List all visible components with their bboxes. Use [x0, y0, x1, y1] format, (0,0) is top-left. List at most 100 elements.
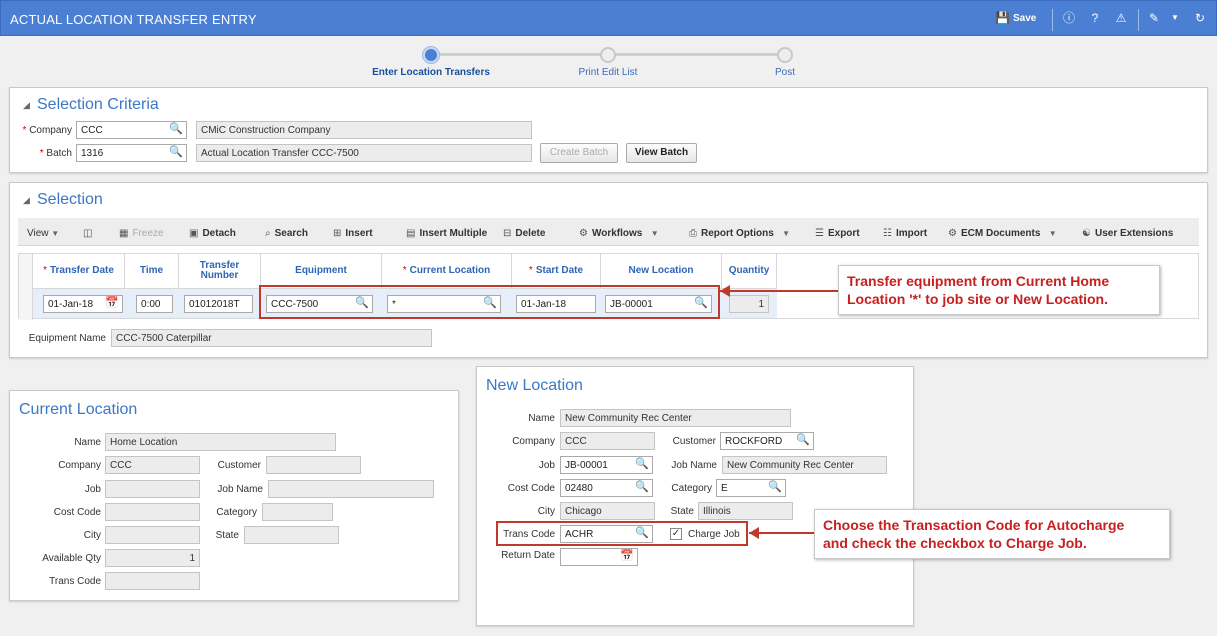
freeze-icon: ▦ [119, 228, 129, 239]
cur-customer-label: Customer [217, 460, 261, 471]
search-icon[interactable]: 🔍 [635, 481, 649, 494]
new-cost-code-input[interactable]: 02480 🔍 [560, 479, 653, 497]
cur-name-field: Home Location [105, 433, 336, 451]
export-button[interactable]: ☰ Export [815, 228, 860, 239]
info-icon[interactable]: ⓘ [1062, 11, 1076, 25]
chevron-down-icon[interactable]: ▼ [1168, 11, 1182, 25]
equipment-name-field: CCC-7500 Caterpillar [111, 329, 432, 347]
cur-trans-code-label: Trans Code [49, 576, 101, 587]
trans-code-callout-note: Choose the Transaction Code for Autochar… [814, 509, 1170, 559]
train-step-2-label[interactable]: Print Edit List [528, 67, 688, 78]
create-batch-button[interactable]: Create Batch [540, 143, 618, 163]
import-button[interactable]: ☷ Import [883, 228, 927, 239]
train-step-1-label[interactable]: Enter Location Transfers [351, 67, 511, 78]
cur-category-field [262, 503, 333, 521]
insert-icon: ⊞ [333, 228, 342, 239]
calendar-icon[interactable]: 📅 [105, 297, 119, 310]
calendar-icon[interactable]: 📅 [620, 550, 634, 563]
new-location-panel: New Location Name New Community Rec Cent… [476, 366, 914, 626]
view-menu[interactable]: View ▼ [27, 228, 59, 239]
save-button[interactable]: 💾 Save [995, 11, 1036, 25]
cur-job-name-label: Job Name [217, 484, 263, 495]
train-step-3-dot[interactable] [777, 47, 793, 63]
company-label: * Company [22, 125, 72, 136]
report-options-button[interactable]: ⎙ Report Options ▼ [689, 228, 790, 239]
new-job-input[interactable]: JB-00001 🔍 [560, 456, 653, 474]
detach-icon: ▣ [189, 228, 199, 239]
ecm-icon: ⚙ [948, 228, 957, 239]
new-return-date-label: Return Date [501, 550, 555, 561]
new-return-date-input[interactable]: 📅 [560, 548, 638, 566]
chevron-down-icon: ▼ [782, 229, 791, 238]
chevron-down-icon: ▼ [1048, 229, 1057, 238]
save-icon: 💾 [995, 11, 1010, 25]
train-step-2-dot[interactable] [600, 47, 616, 63]
new-job-name-label: Job Name [671, 460, 717, 471]
new-category-input[interactable]: E 🔍 [716, 479, 786, 497]
view-batch-button[interactable]: View Batch [626, 143, 697, 163]
search-icon[interactable]: 🔍 [169, 146, 183, 159]
collapse-icon[interactable]: ◢ [23, 100, 30, 111]
col-current-location[interactable]: * Current Location [382, 254, 512, 288]
export-icon: ☰ [815, 228, 824, 239]
search-icon[interactable]: 🔍 [796, 434, 810, 447]
workflows-icon: ⚙ [579, 228, 588, 239]
new-city-field: Chicago [560, 502, 655, 520]
col-new-location[interactable]: New Location [601, 254, 722, 288]
new-city-label: City [537, 506, 555, 517]
col-start-date[interactable]: * Start Date [512, 254, 601, 288]
refresh-icon[interactable]: ↻ [1193, 11, 1207, 25]
delete-button[interactable]: ⊟ Delete [503, 228, 545, 239]
search-icon[interactable]: 🔍 [635, 458, 649, 471]
chevron-down-icon: ▼ [51, 229, 60, 238]
cur-cost-code-field [105, 503, 200, 521]
edit-icon[interactable]: ✎ [1147, 11, 1161, 25]
cur-category-label: Category [216, 507, 257, 518]
transfer-callout-note: Transfer equipment from Current Home Loc… [838, 265, 1160, 315]
grid-highlight-box [259, 285, 720, 319]
grid-toolbar: View ▼ ◫ ▦ Freeze ▣ Detach ⌕ Search ⊞ Insert… [18, 218, 1199, 246]
new-job-label: Job [538, 460, 555, 471]
row-selector-column [19, 254, 33, 320]
selection-criteria-panel: ◢ Selection Criteria * Company CCC 🔍 CMiC… [9, 87, 1208, 173]
cur-job-label: Job [84, 484, 101, 495]
col-time[interactable]: Time [125, 254, 179, 288]
freeze-button[interactable]: ▦ Freeze [119, 228, 164, 239]
collapse-icon[interactable]: ◢ [23, 195, 30, 206]
train-step-1-dot[interactable] [423, 47, 439, 63]
col-transfer-date[interactable]: * Transfer Date [33, 254, 125, 288]
user-extensions-button[interactable]: ☯ User Extensions [1082, 228, 1173, 239]
cur-customer-field [266, 456, 361, 474]
detach-button[interactable]: ▣ Detach [189, 228, 236, 239]
quantity-field: 1 [729, 295, 769, 313]
time-input[interactable]: 0:00 [136, 295, 173, 313]
train-step-3-label[interactable]: Post [705, 67, 865, 78]
format-icon[interactable]: ◫ [83, 228, 96, 239]
transfer-date-input[interactable]: 01-Jan-18 📅 [43, 295, 123, 313]
insert-button[interactable]: ⊞ Insert [333, 228, 373, 239]
batch-input[interactable]: 1316 🔍 [76, 144, 187, 162]
company-input[interactable]: CCC 🔍 [76, 121, 187, 139]
cur-cost-code-label: Cost Code [53, 507, 101, 518]
search-button[interactable]: ⌕ Search [265, 228, 308, 239]
new-category-label: Category [671, 483, 712, 494]
col-transfer-number[interactable]: Transfer Number [179, 254, 261, 288]
new-customer-input[interactable]: ROCKFORD 🔍 [720, 432, 814, 450]
warning-icon[interactable]: ⚠ [1114, 11, 1128, 25]
new-state-field: Illinois [698, 502, 793, 520]
transfer-number-input[interactable]: 01012018T [184, 295, 253, 313]
search-icon[interactable]: 🔍 [768, 481, 782, 494]
col-quantity[interactable]: Quantity [722, 254, 777, 288]
new-location-title: New Location [486, 377, 583, 394]
insert-multiple-button[interactable]: ▤ Insert Multiple [406, 228, 487, 239]
new-company-field: CCC [560, 432, 655, 450]
ecm-documents-button[interactable]: ⚙ ECM Documents ▼ [948, 228, 1057, 239]
new-company-label: Company [512, 436, 555, 447]
new-job-name-field: New Community Rec Center [722, 456, 887, 474]
search-icon[interactable]: 🔍 [169, 123, 183, 136]
delete-icon: ⊟ [503, 228, 512, 239]
help-icon[interactable]: ? [1088, 11, 1102, 25]
workflows-button[interactable]: ⚙ Workflows ▼ [579, 228, 659, 239]
col-equipment[interactable]: Equipment [261, 254, 382, 288]
selection-criteria-title: Selection Criteria [37, 96, 159, 113]
